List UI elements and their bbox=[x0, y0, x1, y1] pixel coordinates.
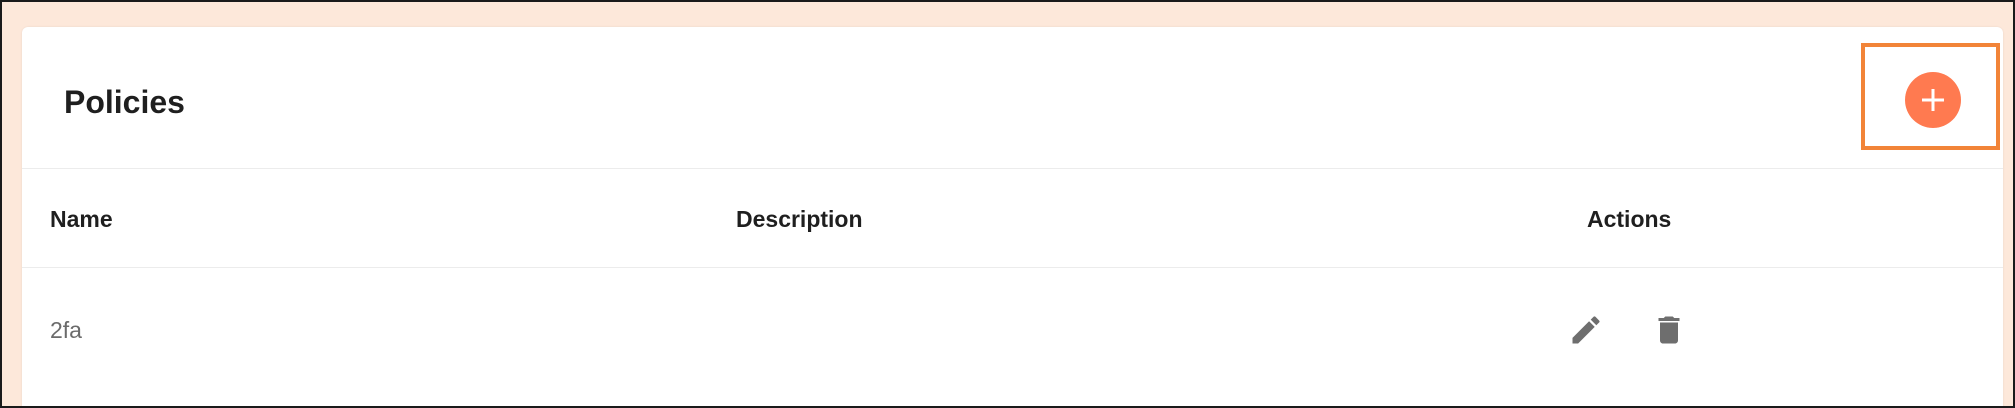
table-row: 2fa bbox=[22, 268, 2003, 388]
delete-icon[interactable] bbox=[1651, 312, 1687, 348]
column-header-description: Description bbox=[736, 206, 863, 232]
policy-name-cell: 2fa bbox=[50, 317, 82, 343]
policies-card: Policies Name Description Actions 2fa bbox=[22, 27, 2003, 408]
edit-icon[interactable] bbox=[1568, 312, 1604, 348]
add-policy-button[interactable] bbox=[1905, 72, 1961, 128]
table-header-row: Name Description Actions bbox=[22, 169, 2003, 268]
plus-icon bbox=[1922, 89, 1944, 111]
page-title: Policies bbox=[64, 84, 185, 120]
column-header-actions: Actions bbox=[1587, 206, 1672, 232]
card-header: Policies bbox=[22, 27, 2003, 169]
column-header-name: Name bbox=[50, 206, 113, 232]
